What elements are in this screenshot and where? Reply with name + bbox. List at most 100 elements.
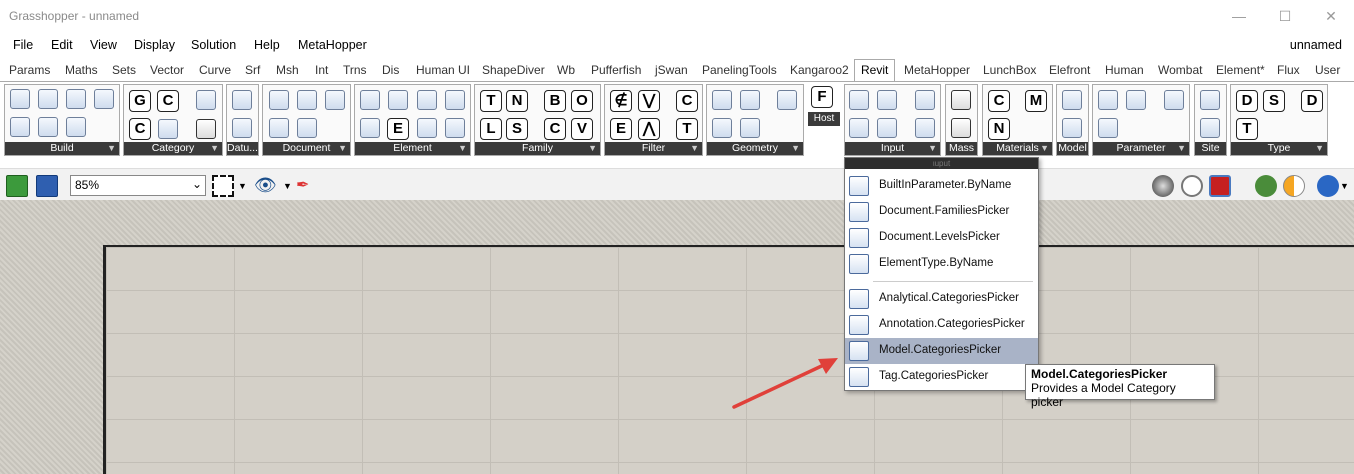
type-letter-icon[interactable]: S <box>1263 90 1285 112</box>
type-letter-icon[interactable]: T <box>1236 118 1258 140</box>
ribbon-group-label[interactable]: Materials ▼ <box>983 142 1052 155</box>
model-icon[interactable] <box>1062 118 1082 138</box>
tab-metahopper[interactable]: MetaHopper <box>904 63 970 77</box>
tab-int[interactable]: Int <box>315 63 328 77</box>
element-icon[interactable] <box>388 90 408 110</box>
ribbon-group-label[interactable]: Parameter ▼ <box>1093 142 1189 155</box>
type-letter-icon[interactable]: D <box>1301 90 1323 112</box>
element-icon[interactable] <box>445 90 465 110</box>
preview-mesh-icon[interactable] <box>1255 175 1277 197</box>
filter-letter-icon[interactable]: ⋀ <box>638 118 660 140</box>
geometry-icon[interactable] <box>740 118 760 138</box>
tab-jswan[interactable]: jSwan <box>655 63 688 77</box>
filter-letter-icon[interactable]: C <box>676 90 698 112</box>
category-icon[interactable] <box>158 119 178 139</box>
ribbon-group-label[interactable]: Document ▼ <box>263 142 350 155</box>
tab-wombat[interactable]: Wombat <box>1158 63 1202 77</box>
category-letter-icon[interactable]: G <box>129 90 151 112</box>
build-icon[interactable] <box>10 117 30 137</box>
ribbon-group-label[interactable]: Site <box>1195 142 1226 155</box>
minimize-icon[interactable]: — <box>1216 0 1262 32</box>
tab-flux[interactable]: Flux <box>1277 63 1300 77</box>
model-icon[interactable] <box>1062 90 1082 110</box>
menu-display[interactable]: Display <box>134 38 175 52</box>
tab-sets[interactable]: Sets <box>112 63 136 77</box>
tab-panelingtools[interactable]: PanelingTools <box>702 63 777 77</box>
materials-letter-icon[interactable]: C <box>988 90 1010 112</box>
dropdown-item[interactable]: Document.LevelsPicker <box>845 225 1038 251</box>
ribbon-group-label[interactable]: Geometry ▼ <box>707 142 803 155</box>
family-letter-icon[interactable]: O <box>571 90 593 112</box>
build-icon[interactable] <box>66 89 86 109</box>
build-icon[interactable] <box>10 89 30 109</box>
datum-icon[interactable] <box>232 90 252 110</box>
preview-wireframe-icon[interactable] <box>1181 175 1203 197</box>
tab-user[interactable]: User <box>1315 63 1340 77</box>
tab-params[interactable]: Params <box>9 63 50 77</box>
family-letter-icon[interactable]: N <box>506 90 528 112</box>
zoom-select[interactable]: 85% ⌄ <box>70 175 206 196</box>
geometry-icon[interactable] <box>777 90 797 110</box>
tab-msh[interactable]: Msh <box>276 63 299 77</box>
ribbon-group-label[interactable]: Build ▼ <box>5 142 119 155</box>
category-icon[interactable] <box>196 119 216 139</box>
sketch-pen-icon[interactable]: ✒ <box>296 175 318 197</box>
tab-element-star[interactable]: Element* <box>1216 63 1265 77</box>
ribbon-group-label[interactable]: Host <box>808 112 840 126</box>
filter-letter-icon[interactable]: ⋁ <box>638 90 660 112</box>
ribbon-group-label[interactable]: Filter ▼ <box>605 142 702 155</box>
geometry-icon[interactable] <box>740 90 760 110</box>
chevron-down-icon[interactable]: ▼ <box>238 175 248 197</box>
filter-letter-icon[interactable]: T <box>676 118 698 140</box>
build-icon[interactable] <box>66 117 86 137</box>
ribbon-group-label[interactable]: Model <box>1057 142 1088 155</box>
menu-help[interactable]: Help <box>254 38 280 52</box>
chevron-down-icon[interactable]: ▼ <box>1340 175 1350 197</box>
ribbon-group-label[interactable]: Category ▼ <box>124 142 222 155</box>
datum-icon[interactable] <box>232 118 252 138</box>
ribbon-group-label[interactable]: Element ▼ <box>355 142 470 155</box>
element-icon[interactable] <box>417 90 437 110</box>
input-icon[interactable] <box>877 118 897 138</box>
open-file-icon[interactable] <box>6 175 28 197</box>
filter-letter-icon[interactable]: E <box>610 118 632 140</box>
document-icon[interactable] <box>297 90 317 110</box>
ribbon-group-label[interactable]: Input ▼ <box>845 142 940 155</box>
materials-letter-icon[interactable]: N <box>988 118 1010 140</box>
ribbon-group-label[interactable]: Datu... <box>227 142 258 155</box>
element-icon[interactable] <box>445 118 465 138</box>
element-letter-icon[interactable]: E <box>387 118 409 140</box>
materials-letter-icon[interactable]: M <box>1025 90 1047 112</box>
mass-icon[interactable] <box>951 118 971 138</box>
tab-human-ui[interactable]: Human UI <box>416 63 470 77</box>
menu-solution[interactable]: Solution <box>191 38 236 52</box>
ribbon-group-label[interactable]: Type ▼ <box>1231 142 1327 155</box>
element-icon[interactable] <box>417 118 437 138</box>
dropdown-item[interactable]: Annotation.CategoriesPicker <box>845 312 1038 338</box>
mass-icon[interactable] <box>951 90 971 110</box>
type-letter-icon[interactable]: D <box>1236 90 1258 112</box>
tab-wb[interactable]: Wb <box>557 63 575 77</box>
chevron-down-icon[interactable]: ▼ <box>283 175 293 197</box>
geometry-icon[interactable] <box>712 90 732 110</box>
preview-selected-icon[interactable] <box>1209 175 1231 197</box>
element-icon[interactable] <box>360 90 380 110</box>
tab-kangaroo2[interactable]: Kangaroo2 <box>790 63 849 77</box>
dropdown-item[interactable]: ElementType.ByName <box>845 251 1038 277</box>
document-icon[interactable] <box>269 90 289 110</box>
menu-metahopper[interactable]: MetaHopper <box>298 38 367 52</box>
family-letter-icon[interactable]: T <box>480 90 502 112</box>
document-icon[interactable] <box>325 90 345 110</box>
document-icon[interactable] <box>269 118 289 138</box>
preview-shaded-icon[interactable] <box>1152 175 1174 197</box>
parameter-icon[interactable] <box>1098 118 1118 138</box>
host-letter-icon[interactable]: F <box>811 86 833 108</box>
dropdown-item[interactable]: BuiltInParameter.ByName <box>845 173 1038 199</box>
tab-vector[interactable]: Vector <box>150 63 184 77</box>
dropdown-item[interactable]: Document.FamiliesPicker <box>845 199 1038 225</box>
display-settings-icon[interactable] <box>1317 175 1339 197</box>
input-icon[interactable] <box>849 90 869 110</box>
dropdown-item-highlighted[interactable]: Model.CategoriesPicker <box>845 338 1038 364</box>
menu-view[interactable]: View <box>90 38 117 52</box>
parameter-icon[interactable] <box>1098 90 1118 110</box>
